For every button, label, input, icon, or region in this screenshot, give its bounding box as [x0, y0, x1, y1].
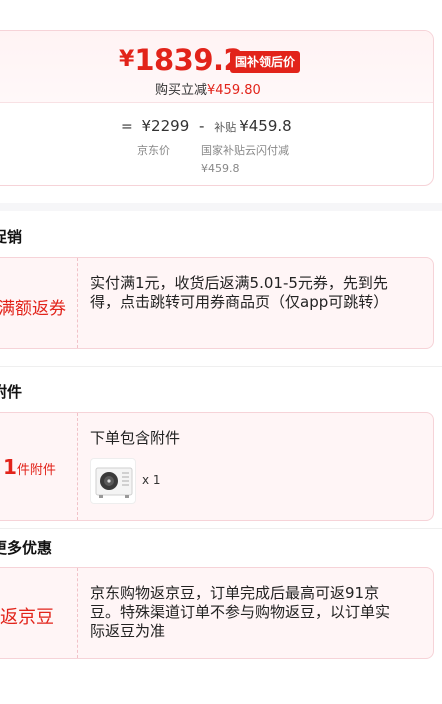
- accessory-left-panel: 1件附件: [0, 413, 78, 520]
- formula-minus: -: [199, 117, 205, 135]
- subsidy-prefix: 补贴: [214, 121, 237, 134]
- promo-card[interactable]: 满额返券 实付满1元，收货后返满5.01-5元券，先到先得，点击跳转可用券商品页…: [0, 257, 434, 349]
- gov-subsidy-text: 国家补贴云闪付减: [201, 144, 289, 157]
- accessory-count-label: 1件附件: [3, 455, 56, 479]
- formula-equals: =: [121, 119, 133, 135]
- accessory-card[interactable]: 1件附件 下单包含附件 x 1: [0, 412, 434, 521]
- jd-price-value: ¥2299: [141, 117, 190, 135]
- gov-subsidy-label: 国家补贴云闪付减 ¥459.8: [201, 142, 289, 178]
- accessory-quantity: x 1: [142, 473, 161, 487]
- price-card: ¥1839.2 国补领后价 购买立减¥459.80 = ¥2299 - 补贴 ¥4…: [0, 30, 434, 186]
- save-prefix: 购买立减: [155, 83, 208, 98]
- gov-subsidy-amount: ¥459.8: [201, 162, 240, 175]
- jd-price-label: 京东价: [137, 144, 170, 157]
- accessory-count: 1: [3, 455, 17, 479]
- save-amount: ¥459.80: [207, 83, 261, 98]
- section-divider-band: [0, 203, 442, 211]
- promo-type-label: 满额返券: [0, 299, 66, 319]
- more-offers-section-title: 更多优惠: [0, 539, 53, 557]
- promo-section-title: 促销: [0, 228, 23, 246]
- jingdou-card[interactable]: 返京豆 京东购物返京豆，订单完成后最高可返91京豆。特殊渠道订单不参与购物返豆，…: [0, 567, 434, 659]
- final-price: ¥1839.2: [119, 43, 244, 77]
- promo-description: 实付满1元，收货后返满5.01-5元券，先到先得，点击跳转可用券商品页（仅app…: [90, 274, 389, 311]
- subsidy-amount: ¥459.8: [239, 117, 292, 135]
- jingdou-description: 京东购物返京豆，订单完成后最高可返91京豆。特殊渠道订单不参与购物返豆，以订单实…: [90, 584, 391, 640]
- jingdou-type-label: 返京豆: [0, 607, 54, 628]
- promo-left-panel: 满额返券: [0, 258, 78, 348]
- accessory-section-title: 附件: [0, 383, 23, 401]
- divider: [0, 366, 442, 367]
- price-formula: = ¥2299 - 补贴 ¥459.8: [121, 117, 292, 135]
- accessory-unit: 件附件: [16, 463, 56, 478]
- save-line: 购买立减¥459.80: [155, 79, 261, 98]
- price-header: ¥1839.2 国补领后价 购买立减¥459.80: [0, 31, 433, 103]
- final-price-value: 1839.2: [134, 43, 244, 77]
- air-conditioner-outdoor-unit-icon[interactable]: [90, 458, 136, 504]
- subsidy-price-badge: 国补领后价: [230, 51, 301, 73]
- jingdou-left-panel: 返京豆: [0, 568, 78, 658]
- divider: [0, 528, 442, 529]
- currency-symbol: ¥: [119, 47, 135, 72]
- accessory-description: 下单包含附件: [90, 429, 181, 447]
